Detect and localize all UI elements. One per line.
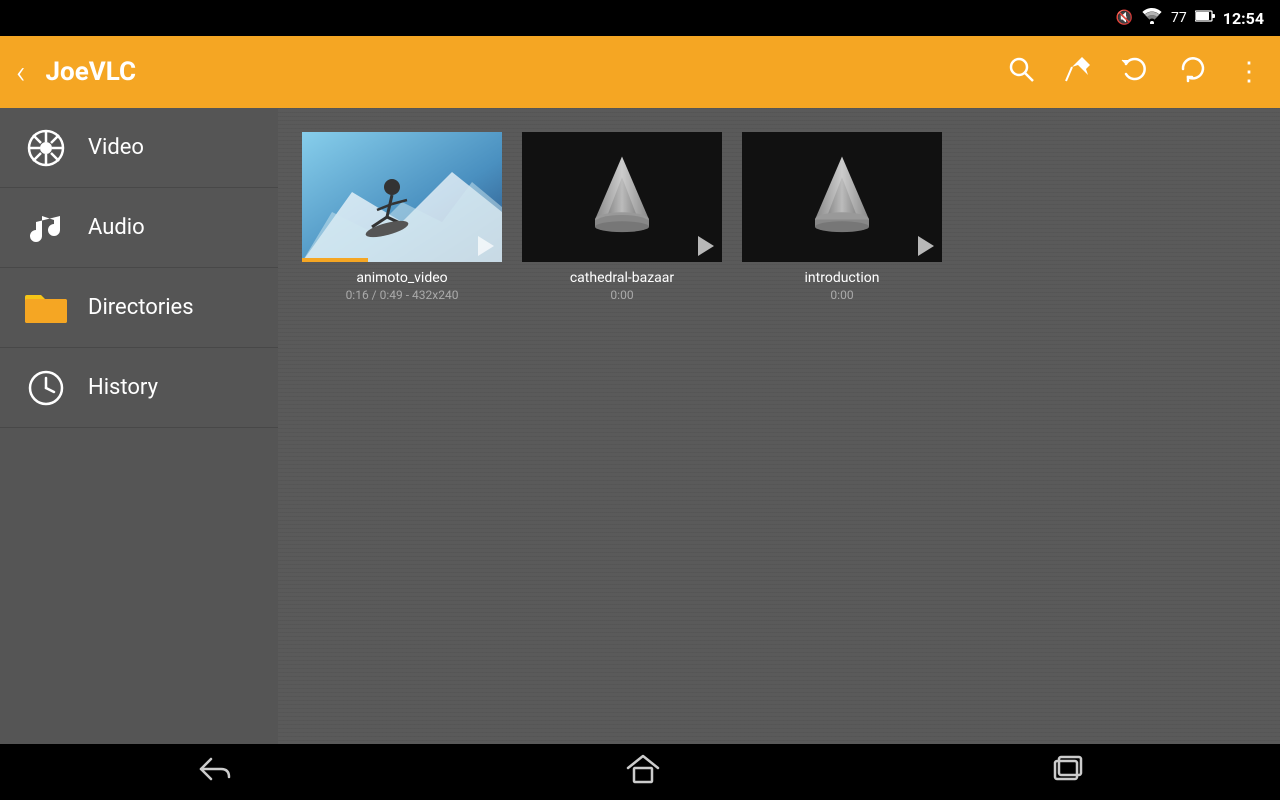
undo-button[interactable] — [1120, 54, 1150, 91]
sidebar-item-directories[interactable]: Directories — [0, 268, 278, 348]
film-icon — [24, 126, 68, 170]
media-meta-introduction: 0:00 — [830, 288, 853, 302]
media-title-introduction: introduction — [805, 270, 880, 286]
more-options-button[interactable]: ⋮ — [1236, 57, 1264, 87]
media-meta-animoto: 0:16 / 0:49 - 432x240 — [346, 288, 459, 302]
nav-home-button[interactable] — [594, 746, 692, 799]
media-thumb-animoto — [302, 132, 502, 262]
back-button[interactable]: ‹ — [16, 53, 26, 91]
sidebar-label-history: History — [88, 375, 158, 400]
pin-button[interactable] — [1064, 55, 1092, 90]
nav-recents-button[interactable] — [1021, 747, 1115, 798]
clock: 12:54 — [1223, 9, 1264, 28]
media-title-cathedral: cathedral-bazaar — [570, 270, 674, 286]
music-icon — [24, 206, 68, 250]
refresh-button[interactable] — [1178, 54, 1208, 91]
clock-icon — [24, 366, 68, 410]
mute-icon: 🔇 — [1116, 10, 1133, 26]
media-meta-cathedral: 0:00 — [610, 288, 633, 302]
battery-percentage: 77 — [1171, 10, 1187, 26]
sidebar-item-history[interactable]: History — [0, 348, 278, 428]
main-layout: Video Audio Directories — [0, 108, 1280, 744]
battery-icon — [1195, 10, 1215, 26]
content-area: animoto_video 0:16 / 0:49 - 432x240 — [278, 108, 1280, 744]
status-bar: 🔇 77 12:54 — [0, 0, 1280, 36]
sidebar: Video Audio Directories — [0, 108, 278, 744]
search-button[interactable] — [1006, 54, 1036, 91]
media-card-introduction[interactable]: introduction 0:00 — [742, 132, 942, 302]
play-arrow-animoto — [478, 236, 494, 256]
media-card-animoto[interactable]: animoto_video 0:16 / 0:49 - 432x240 — [302, 132, 502, 302]
play-arrow-cathedral — [698, 236, 714, 256]
wifi-icon — [1141, 8, 1163, 28]
app-title: JoeVLC — [46, 57, 978, 87]
media-card-cathedral[interactable]: cathedral-bazaar 0:00 — [522, 132, 722, 302]
media-thumb-cathedral — [522, 132, 722, 262]
app-bar: ‹ JoeVLC ⋮ — [0, 36, 1280, 108]
sidebar-label-video: Video — [88, 135, 144, 160]
sidebar-item-audio[interactable]: Audio — [0, 188, 278, 268]
sidebar-label-audio: Audio — [88, 215, 145, 240]
media-thumb-introduction — [742, 132, 942, 262]
bottom-nav — [0, 744, 1280, 800]
folder-icon — [24, 286, 68, 330]
play-arrow-introduction — [918, 236, 934, 256]
nav-back-button[interactable] — [165, 747, 265, 798]
media-title-animoto: animoto_video — [356, 270, 447, 286]
sidebar-label-directories: Directories — [88, 295, 194, 320]
sidebar-item-video[interactable]: Video — [0, 108, 278, 188]
